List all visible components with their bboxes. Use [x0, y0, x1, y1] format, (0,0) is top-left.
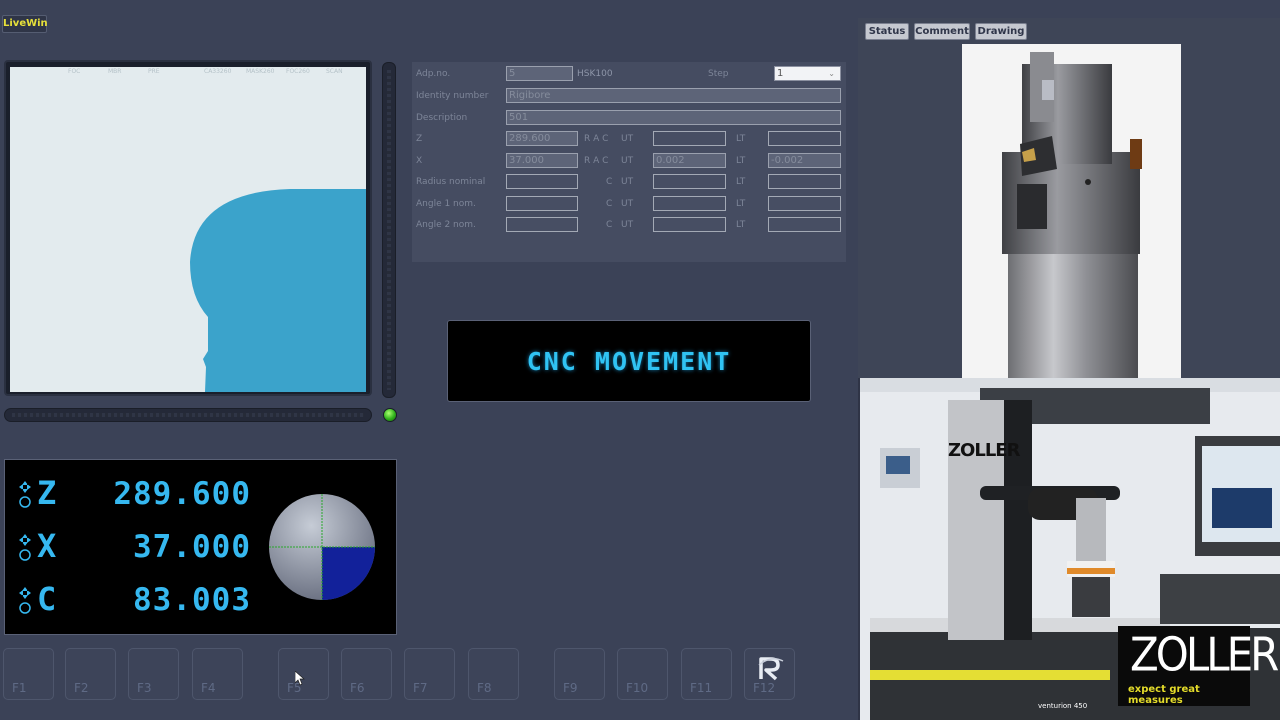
f4-key[interactable]: F4	[192, 648, 243, 700]
row-x-ut[interactable]: 0.002	[653, 153, 726, 168]
row-angle2-label: Angle 2 nom.	[416, 220, 476, 230]
row-z-ut[interactable]	[653, 131, 726, 146]
step-value: 1	[777, 68, 784, 79]
livewin-badge[interactable]: LiveWin	[2, 15, 48, 33]
step-label: Step	[708, 69, 729, 79]
brand-slogan: expect great measures	[1128, 684, 1200, 706]
row-x-label: X	[416, 156, 423, 166]
adp-field[interactable]: 5	[506, 66, 573, 81]
f10-key[interactable]: F10	[617, 648, 668, 700]
f12-key[interactable]: F12	[744, 648, 795, 700]
f7-key[interactable]: F7	[404, 648, 455, 700]
tab-status[interactable]: Status	[865, 23, 909, 40]
identity-field[interactable]: Rigibore	[506, 88, 841, 103]
row-x-lt[interactable]: -0.002	[768, 153, 841, 168]
row-radius-label: Radius nominal	[416, 177, 486, 187]
mouse-cursor-icon	[295, 671, 305, 686]
row-z-ut-label: UT	[621, 134, 634, 144]
horizontal-scroll-track	[12, 413, 364, 417]
row-z-lt-label: LT	[736, 134, 746, 144]
row-angle1-ut[interactable]	[653, 196, 726, 211]
identity-label: Identity number	[416, 91, 489, 101]
row-angle1-ut-label: UT	[621, 199, 634, 209]
row-angle1-lt[interactable]	[768, 196, 841, 211]
axis-move-icon	[19, 587, 31, 614]
row-angle1-mode: C	[606, 199, 613, 209]
adp-type: HSK100	[577, 69, 613, 79]
cnc-movement-display: CNC MOVEMENT	[447, 320, 811, 402]
axis-move-icon	[19, 481, 31, 508]
crosshair-position-icon	[269, 494, 375, 600]
f6-key[interactable]: F6	[341, 648, 392, 700]
row-z-value[interactable]: 289.600	[506, 131, 578, 146]
adp-label: Adp.no.	[416, 69, 451, 79]
row-radius-ut-label: UT	[621, 177, 634, 187]
axis-z-letter: Z	[37, 474, 57, 512]
vertical-scroll-track	[387, 70, 391, 390]
row-z-lt[interactable]	[768, 131, 841, 146]
row-angle2-value[interactable]	[506, 217, 578, 232]
tab-comment[interactable]: Comment	[914, 23, 970, 40]
step-select[interactable]: 1 ⌄	[774, 66, 841, 81]
row-angle2-ut[interactable]	[653, 217, 726, 232]
row-radius-lt-label: LT	[736, 177, 746, 187]
row-x-value[interactable]: 37.000	[506, 153, 578, 168]
f2-key[interactable]: F2	[65, 648, 116, 700]
axis-c-value: 83.003	[133, 582, 251, 618]
chevron-down-icon[interactable]: ⌄	[828, 67, 835, 80]
axis-x-value: 37.000	[133, 529, 251, 565]
contour-view[interactable]: FOC MBR PRE CA33260 MASK260 FOC260 SCAN	[10, 67, 366, 392]
row-radius-ut[interactable]	[653, 174, 726, 189]
row-radius-mode: C	[606, 177, 613, 187]
axis-move-icon	[19, 534, 31, 561]
row-angle2-lt[interactable]	[768, 217, 841, 232]
f1-key[interactable]: F1	[3, 648, 54, 700]
f9-key[interactable]: F9	[554, 648, 605, 700]
axis-x-letter: X	[37, 527, 57, 565]
row-angle2-ut-label: UT	[621, 220, 634, 230]
tab-drawing[interactable]: Drawing	[975, 23, 1027, 40]
reference-return-icon	[758, 657, 784, 681]
row-radius-value[interactable]	[506, 174, 578, 189]
brand-name: ZOLLER	[1130, 627, 1279, 682]
row-angle1-label: Angle 1 nom.	[416, 199, 476, 209]
brand-logo: ZOLLER expect great measures	[1118, 626, 1279, 706]
row-z-mode: R A C	[584, 134, 609, 144]
f11-key[interactable]: F11	[681, 648, 732, 700]
machine-model-label: venturion 450	[1038, 702, 1088, 710]
f3-key[interactable]: F3	[128, 648, 179, 700]
axis-c-letter: C	[37, 580, 57, 618]
f8-key[interactable]: F8	[468, 648, 519, 700]
machine-logo: ZOLLER	[948, 440, 1020, 461]
row-x-lt-label: LT	[736, 156, 746, 166]
status-led-icon	[383, 408, 397, 422]
row-radius-lt[interactable]	[768, 174, 841, 189]
boring-tool-image	[1002, 52, 1142, 380]
axis-z-value: 289.600	[113, 476, 251, 512]
description-label: Description	[416, 113, 468, 123]
row-angle1-value[interactable]	[506, 196, 578, 211]
row-x-ut-label: UT	[621, 156, 634, 166]
row-angle1-lt-label: LT	[736, 199, 746, 209]
row-x-mode: R A C	[584, 156, 609, 166]
tool-photo[interactable]	[962, 44, 1181, 380]
row-z-label: Z	[416, 134, 423, 144]
tool-contour-shape	[190, 189, 366, 392]
row-angle2-mode: C	[606, 220, 613, 230]
row-angle2-lt-label: LT	[736, 220, 746, 230]
description-field[interactable]: 501	[506, 110, 841, 125]
